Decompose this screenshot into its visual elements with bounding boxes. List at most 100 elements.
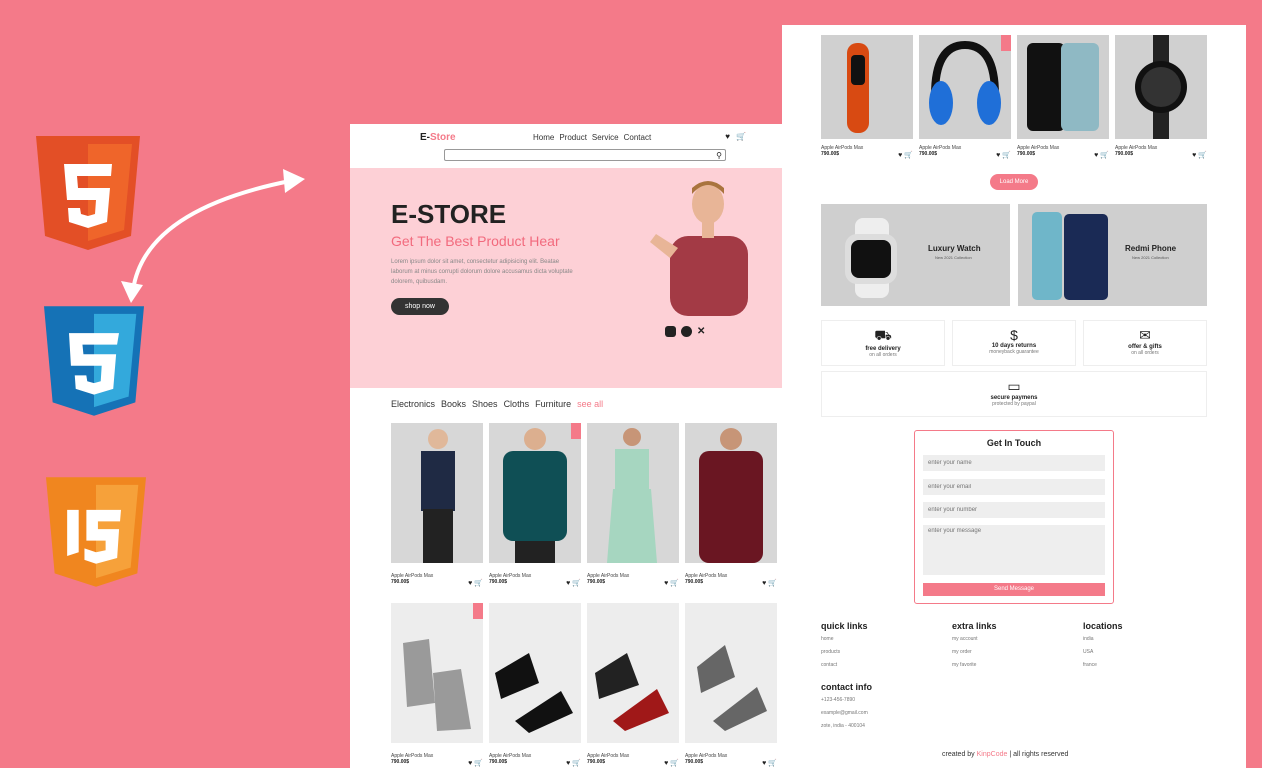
send-message-button[interactable]: Send Message [923, 583, 1105, 596]
card-actions[interactable]: ♥ 🛒 [996, 151, 1011, 159]
product-image [587, 423, 679, 563]
phone-image [1032, 212, 1108, 300]
product-card[interactable]: Apple AirPods Max 790.00$ ♥ 🛒 [1017, 35, 1109, 159]
footer-credit: created by KinpCode | all rights reserve… [942, 751, 1069, 758]
watch-image [845, 218, 897, 298]
footer-link[interactable]: contact [821, 662, 868, 668]
card-actions[interactable]: ♥ 🛒 [664, 579, 679, 587]
footer-link[interactable]: france [1083, 662, 1123, 668]
product-card[interactable]: Apple AirPods Max 790.00$ ♥ 🛒 [685, 423, 777, 587]
product-image [919, 35, 1011, 139]
product-image [391, 423, 483, 563]
sale-tag [571, 423, 581, 439]
product-image [587, 603, 679, 743]
heart-icon[interactable]: ♥ [725, 132, 730, 141]
curved-arrow [121, 169, 305, 303]
footer-link[interactable]: products [821, 649, 868, 655]
shop-now-button[interactable]: shop now [391, 298, 449, 315]
contact-form: Get In Touch Send Message [914, 430, 1114, 604]
product-card[interactable]: Apple AirPods Max 790.00$ ♥ 🛒 [489, 603, 581, 767]
store-lower-page-preview: Apple AirPods Max 790.00$ ♥ 🛒 Apple AirPod… [782, 25, 1246, 768]
gift-icon: ✉ [1139, 327, 1151, 343]
product-card[interactable]: Apple AirPods Max 790.00$ ♥ 🛒 [587, 423, 679, 587]
x-icon[interactable]: ✕ [697, 326, 708, 337]
feature-offers: ✉ offer & gifts on all orders [1083, 320, 1207, 366]
sale-tag [1001, 35, 1011, 51]
product-card[interactable]: Apple AirPods Max 790.00$ ♥ 🛒 [685, 603, 777, 767]
email-field[interactable] [923, 479, 1105, 495]
product-image [685, 423, 777, 563]
product-image [489, 423, 581, 563]
category-electronics[interactable]: Electronics [391, 399, 435, 409]
store-logo[interactable]: E-Store [420, 132, 456, 143]
hero-banner: E-STORE Get The Best Product Hear Lorem … [350, 168, 818, 388]
category-furniture[interactable]: Furniture [535, 399, 571, 409]
hero-person-image [650, 181, 748, 316]
truck-icon: ⛟ [874, 327, 892, 343]
feature-secure-payments: ▭ secure paymens protected by paypal [821, 371, 1207, 417]
facebook-icon[interactable] [681, 326, 692, 337]
product-card[interactable]: Apple AirPods Max 790.00$ ♥ 🛒 [821, 35, 913, 159]
footer-link[interactable]: USA [1083, 649, 1123, 655]
card-actions[interactable]: ♥ 🛒 [1094, 151, 1109, 159]
promo-phone[interactable]: Redmi Phone New 2021 Collection [1018, 204, 1207, 306]
footer-link[interactable]: home [821, 636, 868, 642]
product-image [391, 603, 483, 743]
feature-returns: $10 days returns moneyback guarantee [952, 320, 1076, 366]
category-books[interactable]: Books [441, 399, 466, 409]
number-field[interactable] [923, 502, 1105, 518]
hero-title: E-STORE [391, 199, 507, 229]
hero-text: Lorem ipsum dolor sit amet, consectetur … [391, 259, 573, 285]
nav-service-link[interactable]: Service [592, 133, 619, 142]
card-actions[interactable]: ♥ 🛒 [468, 759, 483, 767]
contact-title: Get In Touch [986, 438, 1042, 448]
product-card[interactable]: Apple AirPods Max 790.00$ ♥ 🛒 [489, 423, 581, 587]
card-actions[interactable]: ♥ 🛒 [468, 579, 483, 587]
nav-contact-link[interactable]: Contact [624, 133, 652, 142]
load-more-button[interactable]: Load More [990, 174, 1038, 190]
footer-link[interactable]: my favorite [952, 662, 997, 668]
product-card[interactable]: Apple AirPods Max 790.00$ ♥ 🛒 [391, 603, 483, 767]
category-shoes[interactable]: Shoes [472, 399, 498, 409]
electronics-grid: Apple AirPods Max 790.00$ ♥ 🛒 Apple AirPod… [821, 35, 1207, 159]
name-field[interactable] [923, 455, 1105, 471]
product-card[interactable]: Apple AirPods Max 790.00$ ♥ 🛒 [391, 423, 483, 587]
footer-extra-links: extra links my account my order my favor… [952, 621, 997, 668]
navbar: E-Store Home Product Service Contact ♥ 🛒… [350, 124, 818, 169]
message-field[interactable] [923, 525, 1105, 575]
search-icon[interactable]: ⚲ [716, 150, 722, 161]
footer-link[interactable]: my account [952, 636, 997, 642]
nav-home-link[interactable]: Home [533, 133, 554, 142]
product-card[interactable]: Apple AirPods Max 790.00$ ♥ 🛒 [919, 35, 1011, 159]
product-card[interactable]: Apple AirPods Max 790.00$ ♥ 🛒 [1115, 35, 1207, 159]
cart-icon[interactable]: 🛒 [736, 132, 746, 141]
card-actions[interactable]: ♥ 🛒 [898, 151, 913, 159]
card-actions[interactable]: ♥ 🛒 [566, 579, 581, 587]
category-bar: Electronics Books Shoes Cloths Furniture… [391, 399, 603, 409]
css3-logo [44, 306, 144, 416]
category-cloths[interactable]: Cloths [504, 399, 530, 409]
instagram-icon[interactable] [665, 326, 676, 337]
clothing-grid: Apple AirPods Max 790.00$ ♥ 🛒 Apple AirPod… [391, 423, 777, 587]
product-image [1017, 35, 1109, 139]
card-actions[interactable]: ♥ 🛒 [1192, 151, 1207, 159]
card-actions[interactable]: ♥ 🛒 [566, 759, 581, 767]
shoes-grid: Apple AirPods Max 790.00$ ♥ 🛒 Apple AirPod… [391, 603, 777, 767]
nav-product-link[interactable]: Product [559, 133, 587, 142]
product-image [685, 603, 777, 743]
see-all-link[interactable]: see all [577, 399, 603, 409]
js-logo [46, 476, 146, 588]
footer-link[interactable]: my order [952, 649, 997, 655]
social-links: ✕ [665, 326, 708, 337]
product-image [1115, 35, 1207, 139]
card-actions[interactable]: ♥ 🛒 [762, 759, 777, 767]
footer-locations: locations india USA france [1083, 621, 1123, 668]
promo-watch[interactable]: Luxury Watch New 2021 Collection [821, 204, 1010, 306]
nav-menu: Home Product Service Contact [533, 133, 651, 142]
card-actions[interactable]: ♥ 🛒 [762, 579, 777, 587]
footer-contact-info: contact info +123-456-7890 example@gmail… [821, 682, 872, 729]
search-input[interactable]: ⚲ [444, 149, 726, 161]
card-actions[interactable]: ♥ 🛒 [664, 759, 679, 767]
footer-link[interactable]: india [1083, 636, 1123, 642]
product-card[interactable]: Apple AirPods Max 790.00$ ♥ 🛒 [587, 603, 679, 767]
